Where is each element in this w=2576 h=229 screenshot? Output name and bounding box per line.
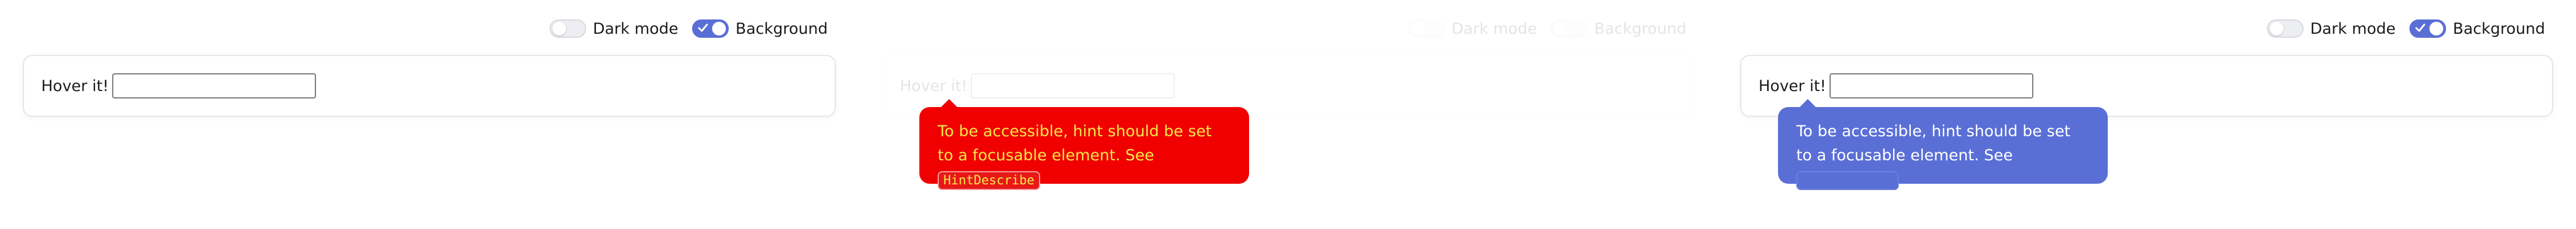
background-switch[interactable] — [692, 19, 729, 38]
toggle-bar: Dark mode Background — [536, 16, 828, 41]
toggle-bar: Dark mode Background — [1394, 16, 1686, 41]
hover-label: Hover it! — [1759, 77, 1827, 95]
toggle-bar: Dark mode Background — [2253, 16, 2545, 41]
hover-label: Hover it! — [41, 77, 109, 95]
tooltip-arrow — [941, 99, 957, 107]
panel-default: Dark mode Background Hover it! — [0, 0, 859, 229]
dark-mode-switch[interactable] — [549, 19, 586, 38]
dark-mode-label: Dark mode — [1451, 19, 1537, 38]
tooltip-code: HintDescribe — [938, 171, 1040, 190]
hover-label: Hover it! — [900, 77, 968, 95]
warning-tooltip: To be accessible, hint should be set to … — [919, 99, 1249, 190]
background-toggle[interactable]: Background — [2409, 19, 2545, 38]
tooltip-code: HintDescribe — [1796, 171, 1899, 190]
dark-mode-label: Dark mode — [592, 19, 678, 38]
dark-mode-label: Dark mode — [2310, 19, 2396, 38]
switch-knob — [552, 22, 566, 35]
hover-input[interactable] — [1830, 73, 2034, 98]
hover-input[interactable] — [112, 73, 317, 98]
hover-input[interactable] — [971, 73, 1175, 98]
background-switch[interactable] — [2409, 19, 2446, 38]
dark-mode-toggle[interactable]: Dark mode — [1408, 19, 1537, 38]
background-label: Background — [1594, 19, 1686, 38]
panel-warning: Dark mode Background Hover it! To be acc… — [859, 0, 1717, 229]
background-toggle[interactable]: Background — [1550, 19, 1686, 38]
tooltip-arrow — [1800, 99, 1816, 107]
background-label: Background — [2452, 19, 2545, 38]
check-icon — [2415, 23, 2425, 32]
switch-knob — [2429, 22, 2443, 35]
dark-mode-switch[interactable] — [2266, 19, 2304, 38]
hover-card: Hover it! — [23, 55, 836, 117]
switch-knob — [1553, 22, 1567, 35]
switch-knob — [712, 22, 726, 35]
dark-mode-switch[interactable] — [1408, 19, 1445, 38]
check-icon — [698, 23, 708, 32]
switch-knob — [2269, 22, 2283, 35]
switch-knob — [1411, 22, 1425, 35]
dark-mode-toggle[interactable]: Dark mode — [549, 19, 678, 38]
background-label: Background — [735, 19, 828, 38]
hint-tooltip: To be accessible, hint should be set to … — [1778, 99, 2108, 190]
dark-mode-toggle[interactable]: Dark mode — [2266, 19, 2396, 38]
tooltip-text: To be accessible, hint should be set to … — [938, 123, 1212, 164]
background-switch[interactable] — [1550, 19, 1587, 38]
panel-tooltip: Dark mode Background Hover it! To be acc… — [1717, 0, 2576, 229]
tooltip-text: To be accessible, hint should be set to … — [1796, 123, 2071, 164]
background-toggle[interactable]: Background — [692, 19, 828, 38]
